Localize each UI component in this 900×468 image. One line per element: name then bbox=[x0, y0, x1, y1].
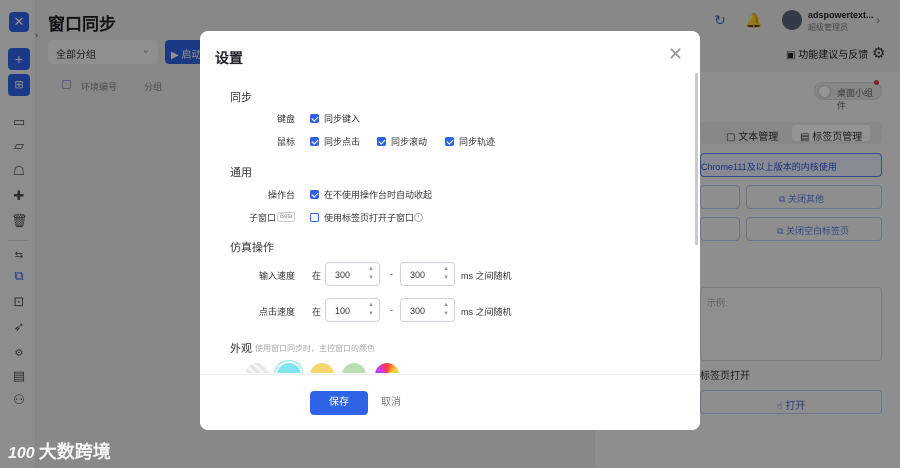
range-suffix: ms 之间随机 bbox=[461, 271, 512, 281]
stepper-down-icon[interactable]: ▼ bbox=[443, 275, 449, 281]
range-in-text: 在 bbox=[312, 271, 322, 281]
color-swatch-custom[interactable] bbox=[375, 363, 399, 373]
input-speed-max-stepper[interactable]: 300 ▲ ▼ bbox=[400, 262, 455, 286]
subwindow-tab-checkbox[interactable] bbox=[310, 213, 319, 222]
mouse-click-checkbox[interactable] bbox=[310, 137, 319, 146]
mouse-scroll-checkbox[interactable] bbox=[377, 137, 386, 146]
mouse-scroll-label[interactable]: 同步滚动 bbox=[391, 135, 427, 148]
mouse-track-label[interactable]: 同步轨迹 bbox=[459, 135, 495, 148]
appearance-note: 使用窗口同步时，主控窗口的颜色 bbox=[255, 344, 375, 353]
range-suffix: ms 之间随机 bbox=[461, 307, 512, 317]
input-speed-min-value: 300 bbox=[335, 270, 351, 280]
save-button[interactable]: 保存 bbox=[310, 391, 368, 415]
input-speed-min-stepper[interactable]: 300 ▲ ▼ bbox=[325, 262, 380, 286]
beta-badge: Beta bbox=[277, 212, 296, 222]
mouse-track-checkbox[interactable] bbox=[445, 137, 454, 146]
range-in-text: 在 bbox=[312, 307, 322, 317]
click-speed-min-value: 100 bbox=[335, 306, 351, 316]
settings-dialog: 设置 ✕ 同步 键盘 同步键入 鼠标 同步点击 同步滚动 同步轨迹 通用 操作台… bbox=[200, 31, 700, 430]
watermark-logo: 100 bbox=[8, 445, 35, 462]
range-dash: - bbox=[390, 269, 393, 279]
cancel-button[interactable]: 取消 bbox=[376, 391, 406, 415]
click-speed-max-value: 300 bbox=[410, 306, 426, 316]
info-icon[interactable]: i bbox=[414, 213, 423, 222]
settings-scroll-area[interactable]: 同步 键盘 同步键入 鼠标 同步点击 同步滚动 同步轨迹 通用 操作台 在不使用… bbox=[200, 83, 700, 373]
dialog-title: 设置 bbox=[215, 50, 243, 66]
mouse-click-label[interactable]: 同步点击 bbox=[324, 135, 360, 148]
stepper-up-icon[interactable]: ▲ bbox=[368, 266, 374, 272]
section-general-title: 通用 bbox=[230, 167, 252, 179]
color-swatch-cyan[interactable] bbox=[277, 363, 301, 373]
keyboard-sync-label[interactable]: 同步键入 bbox=[324, 112, 360, 125]
color-swatch-yellow[interactable] bbox=[310, 363, 334, 373]
click-speed-max-stepper[interactable]: 300 ▲ ▼ bbox=[400, 298, 455, 322]
stepper-up-icon[interactable]: ▲ bbox=[443, 266, 449, 272]
keyboard-label: 键盘 bbox=[276, 114, 295, 124]
subwindow-tab-label[interactable]: 使用标签页打开子窗口 bbox=[324, 211, 414, 224]
console-autohide-checkbox[interactable] bbox=[310, 190, 319, 199]
stepper-down-icon[interactable]: ▼ bbox=[368, 275, 374, 281]
stepper-down-icon[interactable]: ▼ bbox=[368, 311, 374, 317]
color-swatch-green[interactable] bbox=[342, 363, 366, 373]
close-icon[interactable]: ✕ bbox=[668, 45, 683, 63]
watermark-text: 大数跨境 bbox=[38, 442, 111, 462]
section-appearance-title: 外观 bbox=[230, 343, 252, 355]
click-speed-min-stepper[interactable]: 100 ▲ ▼ bbox=[325, 298, 380, 322]
section-sync-title: 同步 bbox=[230, 92, 252, 104]
stepper-up-icon[interactable]: ▲ bbox=[368, 302, 374, 308]
keyboard-sync-checkbox[interactable] bbox=[310, 114, 319, 123]
dialog-scrollbar[interactable] bbox=[695, 73, 698, 245]
watermark: 100 大数跨境 bbox=[8, 438, 111, 464]
subwindow-label: 子窗口 bbox=[248, 213, 276, 223]
click-speed-label: 点击速度 bbox=[258, 307, 295, 317]
range-dash: - bbox=[390, 305, 393, 315]
stepper-up-icon[interactable]: ▲ bbox=[443, 302, 449, 308]
console-autohide-label[interactable]: 在不使用操作台时自动收起 bbox=[324, 188, 432, 201]
section-simulate-title: 仿真操作 bbox=[230, 242, 274, 254]
input-speed-max-value: 300 bbox=[410, 270, 426, 280]
stepper-down-icon[interactable]: ▼ bbox=[443, 311, 449, 317]
input-speed-label: 输入速度 bbox=[258, 271, 295, 281]
console-label: 操作台 bbox=[267, 190, 295, 200]
mouse-label: 鼠标 bbox=[276, 137, 295, 147]
color-swatch-none[interactable] bbox=[245, 363, 269, 373]
dialog-footer: 保存 取消 bbox=[200, 374, 700, 430]
